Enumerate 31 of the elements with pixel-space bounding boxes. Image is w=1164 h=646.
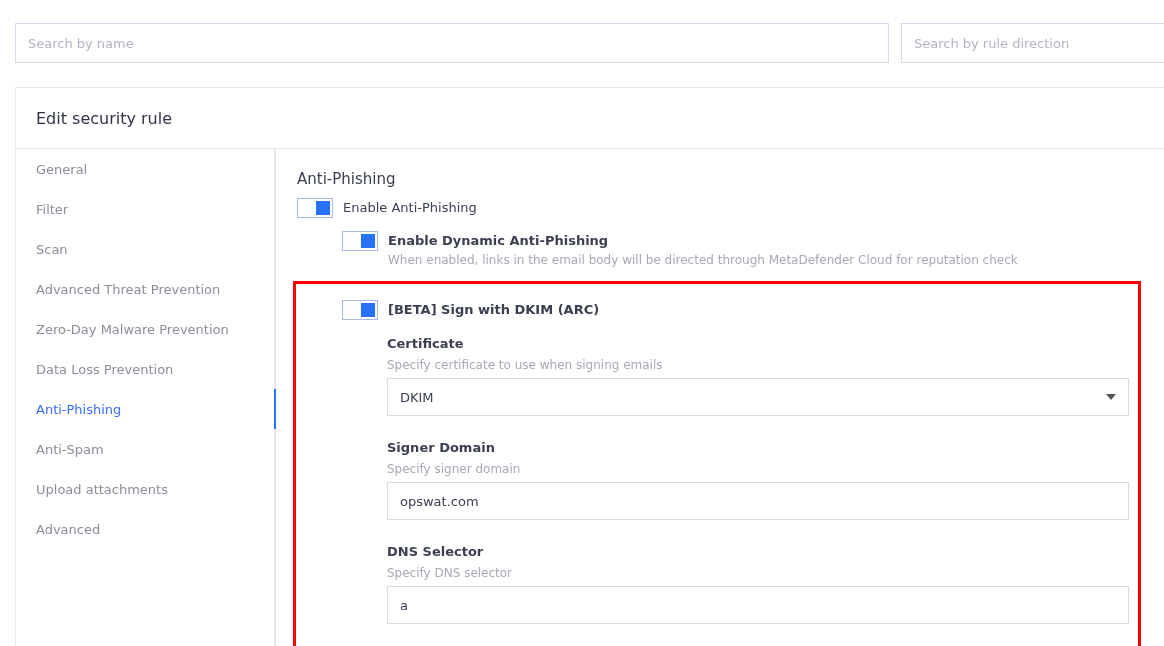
field-hint: Specify signer domain: [387, 462, 522, 476]
search-field[interactable]: Search by rule direction: [901, 23, 1164, 63]
sidebar-item[interactable]: Upload attachments: [16, 469, 276, 509]
field-label: DNS Selector: [387, 543, 485, 561]
section-title: Anti-Phishing: [297, 170, 397, 188]
sidebar-item[interactable]: General: [16, 149, 276, 189]
toggle-label: Enable Dynamic Anti-Phishing: [388, 232, 610, 250]
toggle-label: [BETA] Sign with DKIM (ARC): [388, 301, 600, 319]
sidebar-item[interactable]: Zero-Day Malware Prevention: [16, 309, 276, 349]
card-title: Edit security rule: [36, 108, 173, 128]
field-hint: Specify certificate to use when signing emails: [387, 358, 664, 372]
input-field[interactable]: a: [387, 586, 1129, 624]
sidebar-item[interactable]: Scan: [16, 229, 276, 269]
sidebar-item[interactable]: Advanced Threat Prevention: [16, 269, 276, 309]
field-hint: Specify DNS selector: [387, 566, 514, 580]
sidebar-item[interactable]: Anti-Phishing: [16, 389, 276, 429]
toggle-switch[interactable]: [342, 300, 378, 320]
toggle-switch[interactable]: [297, 198, 333, 218]
sidebar-item[interactable]: Anti-Spam: [16, 429, 276, 469]
sidebar-item[interactable]: Data Loss Prevention: [16, 349, 276, 389]
dropdown[interactable]: DKIM: [387, 378, 1129, 416]
sidebar-item[interactable]: Advanced: [16, 509, 276, 549]
search-field[interactable]: Search by name: [15, 23, 889, 63]
toggle-description: When enabled, links in the email body will be directed through MetaDefender Cloud for reputation check: [388, 253, 1018, 267]
caret-icon: [1106, 394, 1116, 400]
toggle-label: Enable Anti-Phishing: [343, 199, 477, 217]
sidebar-item[interactable]: Filter: [16, 189, 276, 229]
field-label: Certificate: [387, 335, 465, 353]
toggle-switch[interactable]: [342, 231, 378, 251]
field-label: Signer Domain: [387, 439, 496, 457]
input-field[interactable]: opswat.com: [387, 482, 1129, 520]
